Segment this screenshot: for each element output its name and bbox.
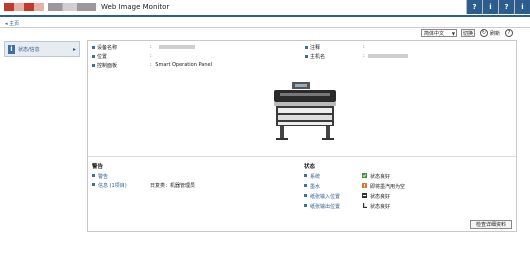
colon: :: [150, 62, 152, 68]
alerts-link[interactable]: 警告: [98, 173, 108, 180]
language-value: 简体中文: [424, 30, 445, 37]
hostname-row: 主机名: [305, 53, 325, 60]
chevron-right-icon: ▸: [72, 45, 76, 53]
status-ink-text: 即将墨汽用为空: [370, 184, 406, 190]
refresh-icon[interactable]: ↻: [480, 29, 488, 37]
help-icon[interactable]: ?: [466, 0, 482, 14]
output-icon: [363, 203, 367, 208]
redacted-value: [159, 44, 196, 49]
app-title: Web Image Monitor: [101, 3, 170, 11]
chevron-down-icon: ▼: [451, 31, 455, 36]
bullet-icon: [92, 182, 97, 188]
refresh-label[interactable]: 刷新: [490, 30, 500, 37]
location-value: :: [150, 53, 152, 59]
status-title: 状态: [304, 164, 316, 170]
bullet-icon: [304, 203, 309, 209]
bullet-icon: [92, 55, 95, 58]
bullet-icon: [305, 55, 308, 58]
info-icon[interactable]: i: [482, 0, 498, 14]
warning-icon: [362, 183, 367, 188]
ok-icon: [362, 173, 367, 178]
location-label: 位置: [97, 54, 108, 60]
comment-value: :: [363, 44, 365, 50]
status-system-text: 状态良好: [370, 174, 391, 180]
sidebar-item-status-info[interactable]: i 状态/信息 ▸: [4, 41, 80, 57]
hostname-value: :: [363, 53, 409, 59]
device-name-row: 设备名称: [92, 44, 117, 51]
printer-image: [274, 82, 336, 140]
control-panel-value: : Smart Operation Panel: [150, 62, 212, 68]
header-bar: Web Image Monitor ? i ? i: [0, 0, 530, 15]
control-panel-row: 控制面板: [92, 62, 117, 69]
device-name-value: :: [150, 44, 196, 50]
tray-icon: [362, 193, 367, 198]
brand-logo: [4, 3, 44, 11]
brand-logo-secondary: [48, 3, 96, 11]
hostname-label: 主机名: [310, 54, 326, 60]
comment-label: 注释: [310, 45, 321, 51]
bullet-icon: [304, 193, 309, 199]
control-panel-text: Smart Operation Panel: [155, 62, 212, 68]
info-icon[interactable]: i: [514, 0, 530, 14]
section-divider: [88, 156, 516, 157]
help-icon[interactable]: ?: [498, 0, 514, 14]
bullet-icon: [92, 64, 95, 67]
status-input-tray-text: 状态良好: [370, 194, 391, 200]
nav-divider: [0, 27, 530, 28]
bullet-icon: [304, 173, 309, 179]
info-link[interactable]: 信息 (1项目): [98, 182, 127, 189]
status-output-tray-link[interactable]: 纸张输出位置: [310, 203, 340, 210]
help-circle-icon[interactable]: ?: [505, 29, 513, 37]
colon: :: [363, 53, 365, 59]
status-input-tray-link[interactable]: 纸张输入位置: [310, 193, 340, 200]
colon: :: [363, 44, 365, 50]
header-divider: [0, 15, 530, 17]
device-name-label: 设备名称: [97, 45, 118, 51]
header-icons: ? i ? i: [466, 0, 530, 14]
bullet-icon: [92, 173, 97, 179]
status-system-link[interactable]: 系统: [310, 173, 320, 180]
bullet-icon: [305, 46, 308, 49]
colon: :: [150, 53, 152, 59]
location-row: 位置: [92, 53, 107, 60]
control-panel-label: 控制面板: [97, 63, 118, 69]
redacted-value: [368, 53, 409, 58]
info-text: 日复类：机器管理员: [150, 183, 196, 189]
bullet-icon: [92, 46, 95, 49]
status-output-tray-text: 状态良好: [370, 204, 391, 210]
info-icon: i: [8, 44, 15, 54]
colon: :: [150, 44, 152, 50]
sidebar-item-label: 状态/信息: [18, 46, 40, 53]
comment-row: 注释: [305, 44, 320, 51]
bullet-icon: [304, 183, 309, 189]
alerts-title: 警告: [92, 164, 104, 170]
status-ink-link[interactable]: 墨水: [310, 183, 320, 190]
home-link[interactable]: ◂ 主页: [5, 20, 19, 27]
check-details-button[interactable]: 检查详细资料: [470, 220, 512, 229]
language-select[interactable]: 简体中文 ▼: [421, 29, 457, 37]
switch-button[interactable]: 切换: [461, 29, 475, 37]
